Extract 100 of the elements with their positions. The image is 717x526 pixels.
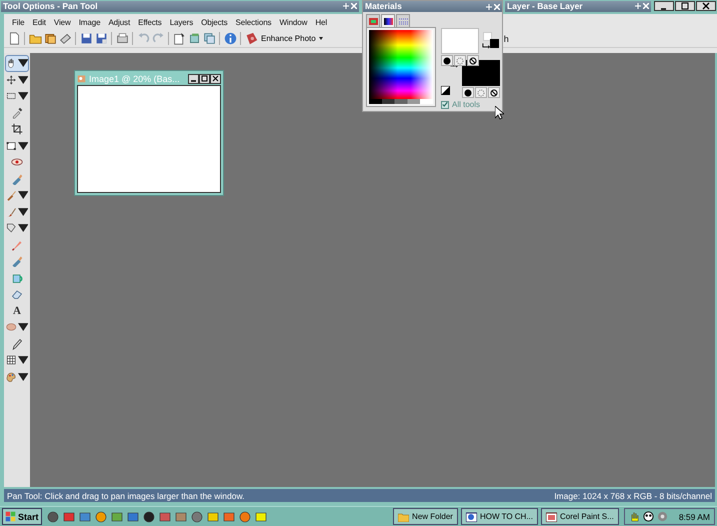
info-button[interactable]	[223, 31, 237, 46]
close-icon	[212, 75, 219, 82]
info-icon	[224, 32, 236, 45]
minimize-button[interactable]	[654, 1, 674, 11]
menu-item[interactable]: Effects	[134, 18, 166, 26]
app-icon[interactable]	[110, 510, 123, 522]
window-title: Image1 @ 20% (Bas...	[89, 74, 181, 84]
printer-icon	[116, 32, 128, 45]
gradient-icon	[477, 88, 485, 96]
foreground-swatch[interactable]	[441, 28, 479, 54]
menu-item[interactable]: View	[50, 18, 75, 26]
app-icon[interactable]	[46, 510, 59, 522]
folders-button[interactable]	[43, 31, 57, 46]
document-button[interactable]	[7, 31, 21, 46]
transparent-button[interactable]	[467, 55, 479, 66]
folder-icon	[28, 32, 42, 45]
gradient-button[interactable]	[475, 87, 487, 98]
app-icon[interactable]	[222, 510, 235, 522]
close-button[interactable]	[696, 1, 716, 11]
app-icon[interactable]	[206, 510, 219, 522]
disk-button[interactable]	[79, 31, 93, 46]
transparent-icon	[469, 56, 477, 64]
document-icon	[172, 32, 186, 45]
swatch-icon	[368, 18, 378, 24]
copy-button[interactable]	[202, 31, 216, 46]
app-icon[interactable]	[158, 510, 171, 522]
grid-icon	[6, 354, 16, 366]
taskbar-button[interactable]: Corel Paint S...	[541, 508, 619, 525]
disk-button[interactable]	[94, 31, 108, 46]
tool-button[interactable]: A	[5, 302, 29, 319]
eye-icon	[11, 156, 23, 168]
brush-icon	[11, 255, 23, 268]
app-icon[interactable]	[94, 510, 107, 522]
app-icon[interactable]	[126, 510, 139, 522]
window-icon	[546, 512, 557, 522]
brush-icon	[6, 206, 16, 218]
menu-item[interactable]: Hel	[311, 18, 332, 26]
hand-icon	[6, 57, 16, 70]
document-button[interactable]	[172, 31, 186, 46]
disc-icon	[656, 511, 668, 522]
image-button[interactable]	[187, 31, 201, 46]
menu-item[interactable]: Adjust	[104, 18, 134, 26]
checkbox[interactable]	[441, 100, 449, 108]
close-button[interactable]	[210, 74, 221, 84]
app-icon[interactable]	[174, 510, 187, 522]
maximize-button[interactable]	[675, 1, 695, 11]
app-icon[interactable]	[254, 510, 267, 522]
taskbar-button[interactable]: HOW TO CH...	[460, 508, 538, 525]
app-icon[interactable]	[78, 510, 91, 522]
image-icon	[188, 32, 200, 45]
menu-item[interactable]: File	[8, 18, 28, 26]
toolbar-label[interactable]: h	[504, 34, 509, 44]
transparent-button[interactable]	[488, 87, 500, 98]
brush-icon	[11, 172, 23, 185]
panel-tab[interactable]	[381, 14, 395, 28]
maximize-button[interactable]	[199, 74, 210, 84]
move-icon	[6, 74, 16, 86]
color-button[interactable]	[441, 55, 453, 66]
close-icon	[494, 4, 500, 10]
pin-icon	[635, 3, 641, 9]
image-icon	[77, 74, 86, 83]
taskbar-button[interactable]: New Folder	[393, 508, 458, 525]
brush-icon	[6, 189, 16, 202]
start-button[interactable]: Start	[2, 508, 42, 525]
dropper-icon	[11, 106, 23, 119]
checkbox-label: All tools	[452, 100, 480, 109]
pointer-icon	[495, 106, 504, 120]
close-icon	[351, 3, 357, 9]
menu-item[interactable]: Window	[275, 18, 312, 26]
pin-icon	[486, 4, 492, 10]
image-info: Image: 1024 x 768 x RGB - 8 bits/channel	[554, 490, 712, 500]
menu-item[interactable]: Edit	[28, 18, 50, 26]
document-icon	[8, 32, 20, 45]
copy-icon	[202, 32, 216, 45]
menu-item[interactable]: Objects	[197, 18, 232, 26]
menu-item[interactable]: Layers	[166, 18, 198, 26]
app-icon[interactable]	[142, 510, 155, 522]
reset-colors-icon	[441, 86, 450, 95]
palette-icon	[6, 370, 16, 383]
color-swatch[interactable]	[490, 39, 499, 48]
printer-button[interactable]	[115, 31, 129, 46]
menu-item[interactable]: Selections	[232, 18, 276, 26]
color-picker[interactable]	[366, 27, 436, 107]
enhance-photo-menu[interactable]: Enhance Photo	[259, 34, 325, 43]
app-icon[interactable]	[238, 510, 251, 522]
clock: 8:59 AM	[678, 512, 710, 522]
gradient-icon	[384, 18, 392, 25]
panel-title: Materials	[365, 1, 402, 12]
minimize-button[interactable]	[188, 74, 199, 84]
tool-button[interactable]	[5, 55, 29, 72]
color-swatch[interactable]	[483, 32, 492, 41]
menu-item[interactable]: Image	[74, 18, 104, 26]
gradient-button[interactable]	[454, 55, 466, 66]
background-swatch[interactable]	[462, 60, 500, 86]
color-button[interactable]	[462, 87, 474, 98]
app-icon[interactable]	[62, 510, 75, 522]
app-icon[interactable]	[190, 510, 203, 522]
status-text: Pan Tool: Click and drag to pan images larger than the window.	[7, 490, 245, 500]
gradient-icon	[456, 56, 464, 64]
caret-icon	[318, 37, 323, 40]
